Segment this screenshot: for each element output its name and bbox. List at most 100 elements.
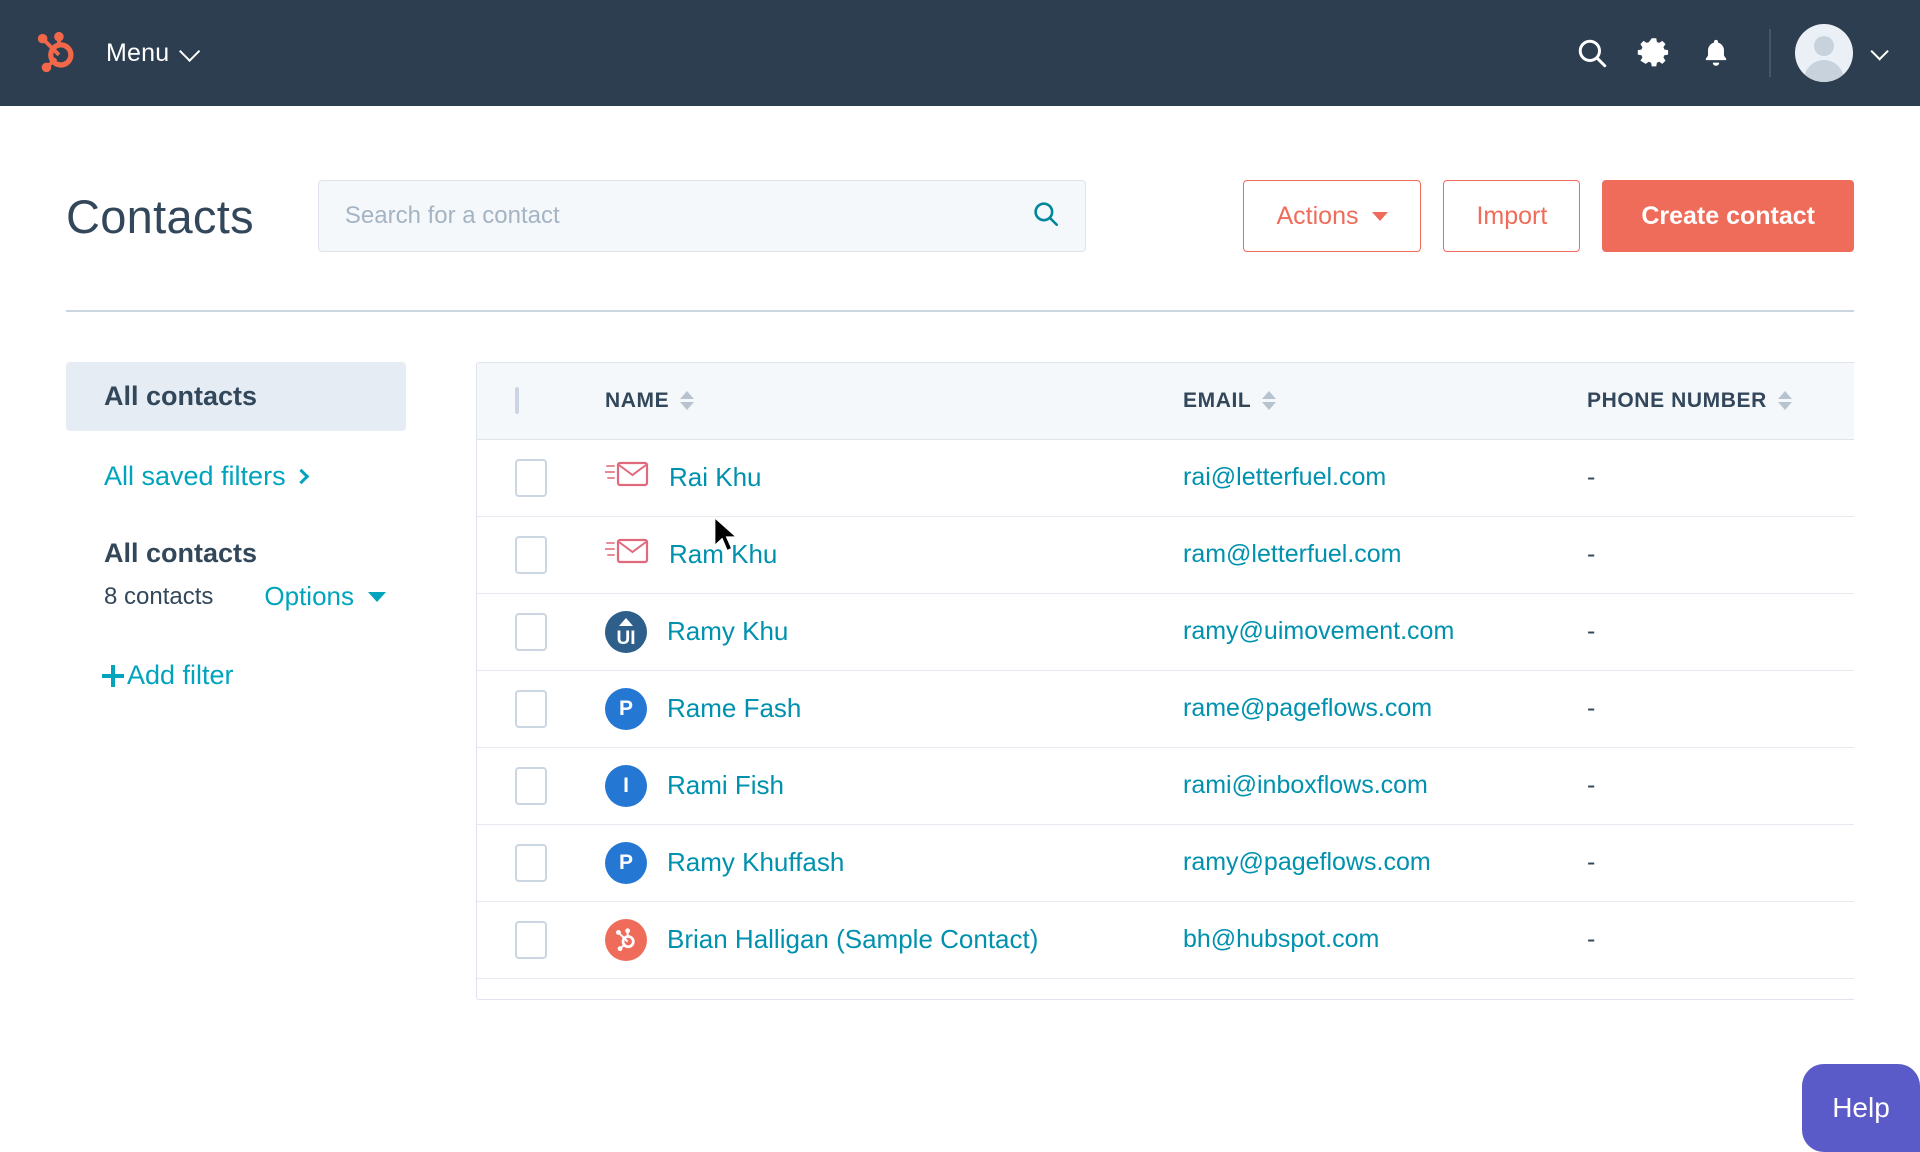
sort-icon[interactable] [1777, 391, 1792, 411]
create-contact-label: Create contact [1641, 201, 1815, 230]
email-cell: rami@inboxflows.com [1183, 747, 1587, 825]
row-checkbox[interactable] [515, 920, 547, 959]
import-button[interactable]: Import [1443, 180, 1581, 252]
phone-cell: - [1587, 901, 1854, 979]
sidebar-filter-group: All contacts 8 contacts Options [66, 538, 406, 612]
row-checkbox[interactable] [515, 535, 547, 574]
contact-name-link[interactable]: Rame Fash [667, 693, 801, 724]
table-row[interactable]: UI Ramy Khu ramy@uimovement.com - U [477, 593, 1854, 671]
create-contact-button[interactable]: Create contact [1602, 180, 1854, 252]
row-select-cell [477, 747, 605, 825]
email-link[interactable]: bh@hubspot.com [1183, 925, 1379, 953]
sort-icon[interactable] [1262, 391, 1277, 411]
name-cell: Brian Halligan (Sample Contact) [605, 901, 1183, 979]
menu-label: Menu [106, 38, 170, 67]
phone-value: - [1587, 463, 1596, 491]
options-label: Options [264, 581, 354, 611]
table-row[interactable]: Rai Khu rai@letterfuel.com - [477, 439, 1854, 517]
contact-name-link[interactable]: Ramy Khu [667, 616, 788, 647]
phone-cell: - [1587, 670, 1854, 748]
contact-count: 8 contacts [104, 582, 214, 610]
sort-icon[interactable] [680, 391, 695, 411]
options-dropdown[interactable]: Options [264, 581, 386, 612]
nav-divider [1769, 29, 1771, 77]
all-saved-filters-link[interactable]: All saved filters [66, 461, 406, 492]
table-header-row: NAME EMAIL PHONE NUMBER [477, 363, 1854, 440]
menu-dropdown-button[interactable]: Menu [106, 38, 201, 68]
row-checkbox[interactable] [515, 843, 547, 882]
avatar-initials: UI [616, 627, 636, 649]
row-checkbox[interactable] [515, 766, 547, 805]
table-row[interactable]: P Ramy Khuffash ramy@pageflows.com - [477, 824, 1854, 902]
column-header-name[interactable]: NAME [605, 363, 1183, 440]
select-all-checkbox[interactable] [515, 386, 519, 414]
email-link[interactable]: ram@letterfuel.com [1183, 540, 1402, 568]
plus-icon [102, 664, 124, 687]
row-select-cell [477, 901, 605, 979]
bell-icon[interactable] [1685, 22, 1747, 84]
chevron-down-icon [179, 40, 201, 62]
search-icon[interactable] [1031, 199, 1061, 234]
page-container: Contacts Actions Import Create contact [0, 106, 1920, 1000]
top-navigation-bar: Menu [0, 0, 1920, 106]
filter-group-row: 8 contacts Options [104, 581, 386, 612]
column-label-name: NAME [605, 388, 670, 412]
contact-name-link[interactable]: Ramy Khuffash [667, 847, 844, 878]
email-cell: rame@pageflows.com [1183, 670, 1587, 748]
table-row[interactable]: Brian Halligan (Sample Contact) bh@hubsp… [477, 901, 1854, 979]
avatar [1795, 24, 1853, 82]
contact-name-link[interactable]: Ram Khu [669, 539, 777, 570]
add-filter-label: Add filter [127, 660, 234, 690]
account-menu-button[interactable] [1795, 24, 1889, 82]
phone-cell: - [1587, 516, 1854, 594]
contact-name-link[interactable]: Brian Halligan (Sample Contact) [667, 924, 1038, 955]
phone-value: - [1587, 540, 1596, 568]
column-header-phone[interactable]: PHONE NUMBER [1587, 363, 1854, 440]
phone-cell: - [1587, 824, 1854, 902]
actions-button[interactable]: Actions [1243, 180, 1422, 252]
sidebar-item-all-contacts[interactable]: All contacts [66, 362, 406, 431]
add-filter-button[interactable]: Add filter [66, 660, 406, 691]
search-input[interactable] [344, 202, 1031, 230]
pageflows-avatar: P [605, 687, 647, 730]
search-contact-field[interactable] [317, 180, 1086, 252]
filters-sidebar: All contacts All saved filters All conta… [66, 362, 426, 1000]
email-link[interactable]: rai@letterfuel.com [1183, 463, 1386, 491]
contact-name-link[interactable]: Rai Khu [669, 462, 762, 493]
name-cell: I Rami Fish [605, 747, 1183, 825]
name-cell: UI Ramy Khu [605, 593, 1183, 671]
phone-value: - [1587, 617, 1596, 645]
gear-icon[interactable] [1623, 22, 1685, 84]
table-head: NAME EMAIL PHONE NUMBER [477, 363, 1854, 440]
chevron-down-icon [1870, 41, 1889, 61]
caret-down-icon [1372, 211, 1389, 221]
table-row[interactable]: I Rami Fish rami@inboxflows.com - U [477, 747, 1854, 825]
row-checkbox[interactable] [515, 612, 547, 651]
content-area: All contacts All saved filters All conta… [66, 312, 1854, 1000]
row-select-cell [477, 516, 605, 594]
search-icon[interactable] [1561, 22, 1623, 84]
table-row[interactable]: P Rame Fash rame@pageflows.com - U [477, 670, 1854, 748]
envelope-icon [604, 457, 649, 498]
row-checkbox[interactable] [515, 689, 547, 728]
phone-cell: - [1587, 747, 1854, 825]
contact-name-link[interactable]: Rami Fish [667, 770, 784, 801]
email-link[interactable]: ramy@pageflows.com [1183, 848, 1431, 876]
help-button[interactable]: Help [1802, 1064, 1920, 1152]
contacts-table: NAME EMAIL PHONE NUMBER Rai Khu rai@lett… [477, 363, 1854, 979]
email-link[interactable]: ramy@uimovement.com [1183, 617, 1454, 645]
row-checkbox[interactable] [515, 458, 547, 497]
phone-cell: - [1587, 593, 1854, 671]
row-select-cell [477, 824, 605, 902]
select-all-header [477, 363, 605, 440]
table-row[interactable]: Ram Khu ram@letterfuel.com - U [477, 516, 1854, 594]
row-select-cell [477, 670, 605, 748]
chevron-right-icon [293, 468, 309, 485]
hubspot-sprocket-logo[interactable] [34, 30, 80, 76]
phone-value: - [1587, 848, 1596, 876]
email-link[interactable]: rame@pageflows.com [1183, 694, 1432, 722]
header-button-row: Actions Import Create contact [1243, 180, 1854, 252]
email-link[interactable]: rami@inboxflows.com [1183, 771, 1428, 799]
hubspot-avatar [605, 918, 647, 961]
column-header-email[interactable]: EMAIL [1183, 363, 1587, 440]
